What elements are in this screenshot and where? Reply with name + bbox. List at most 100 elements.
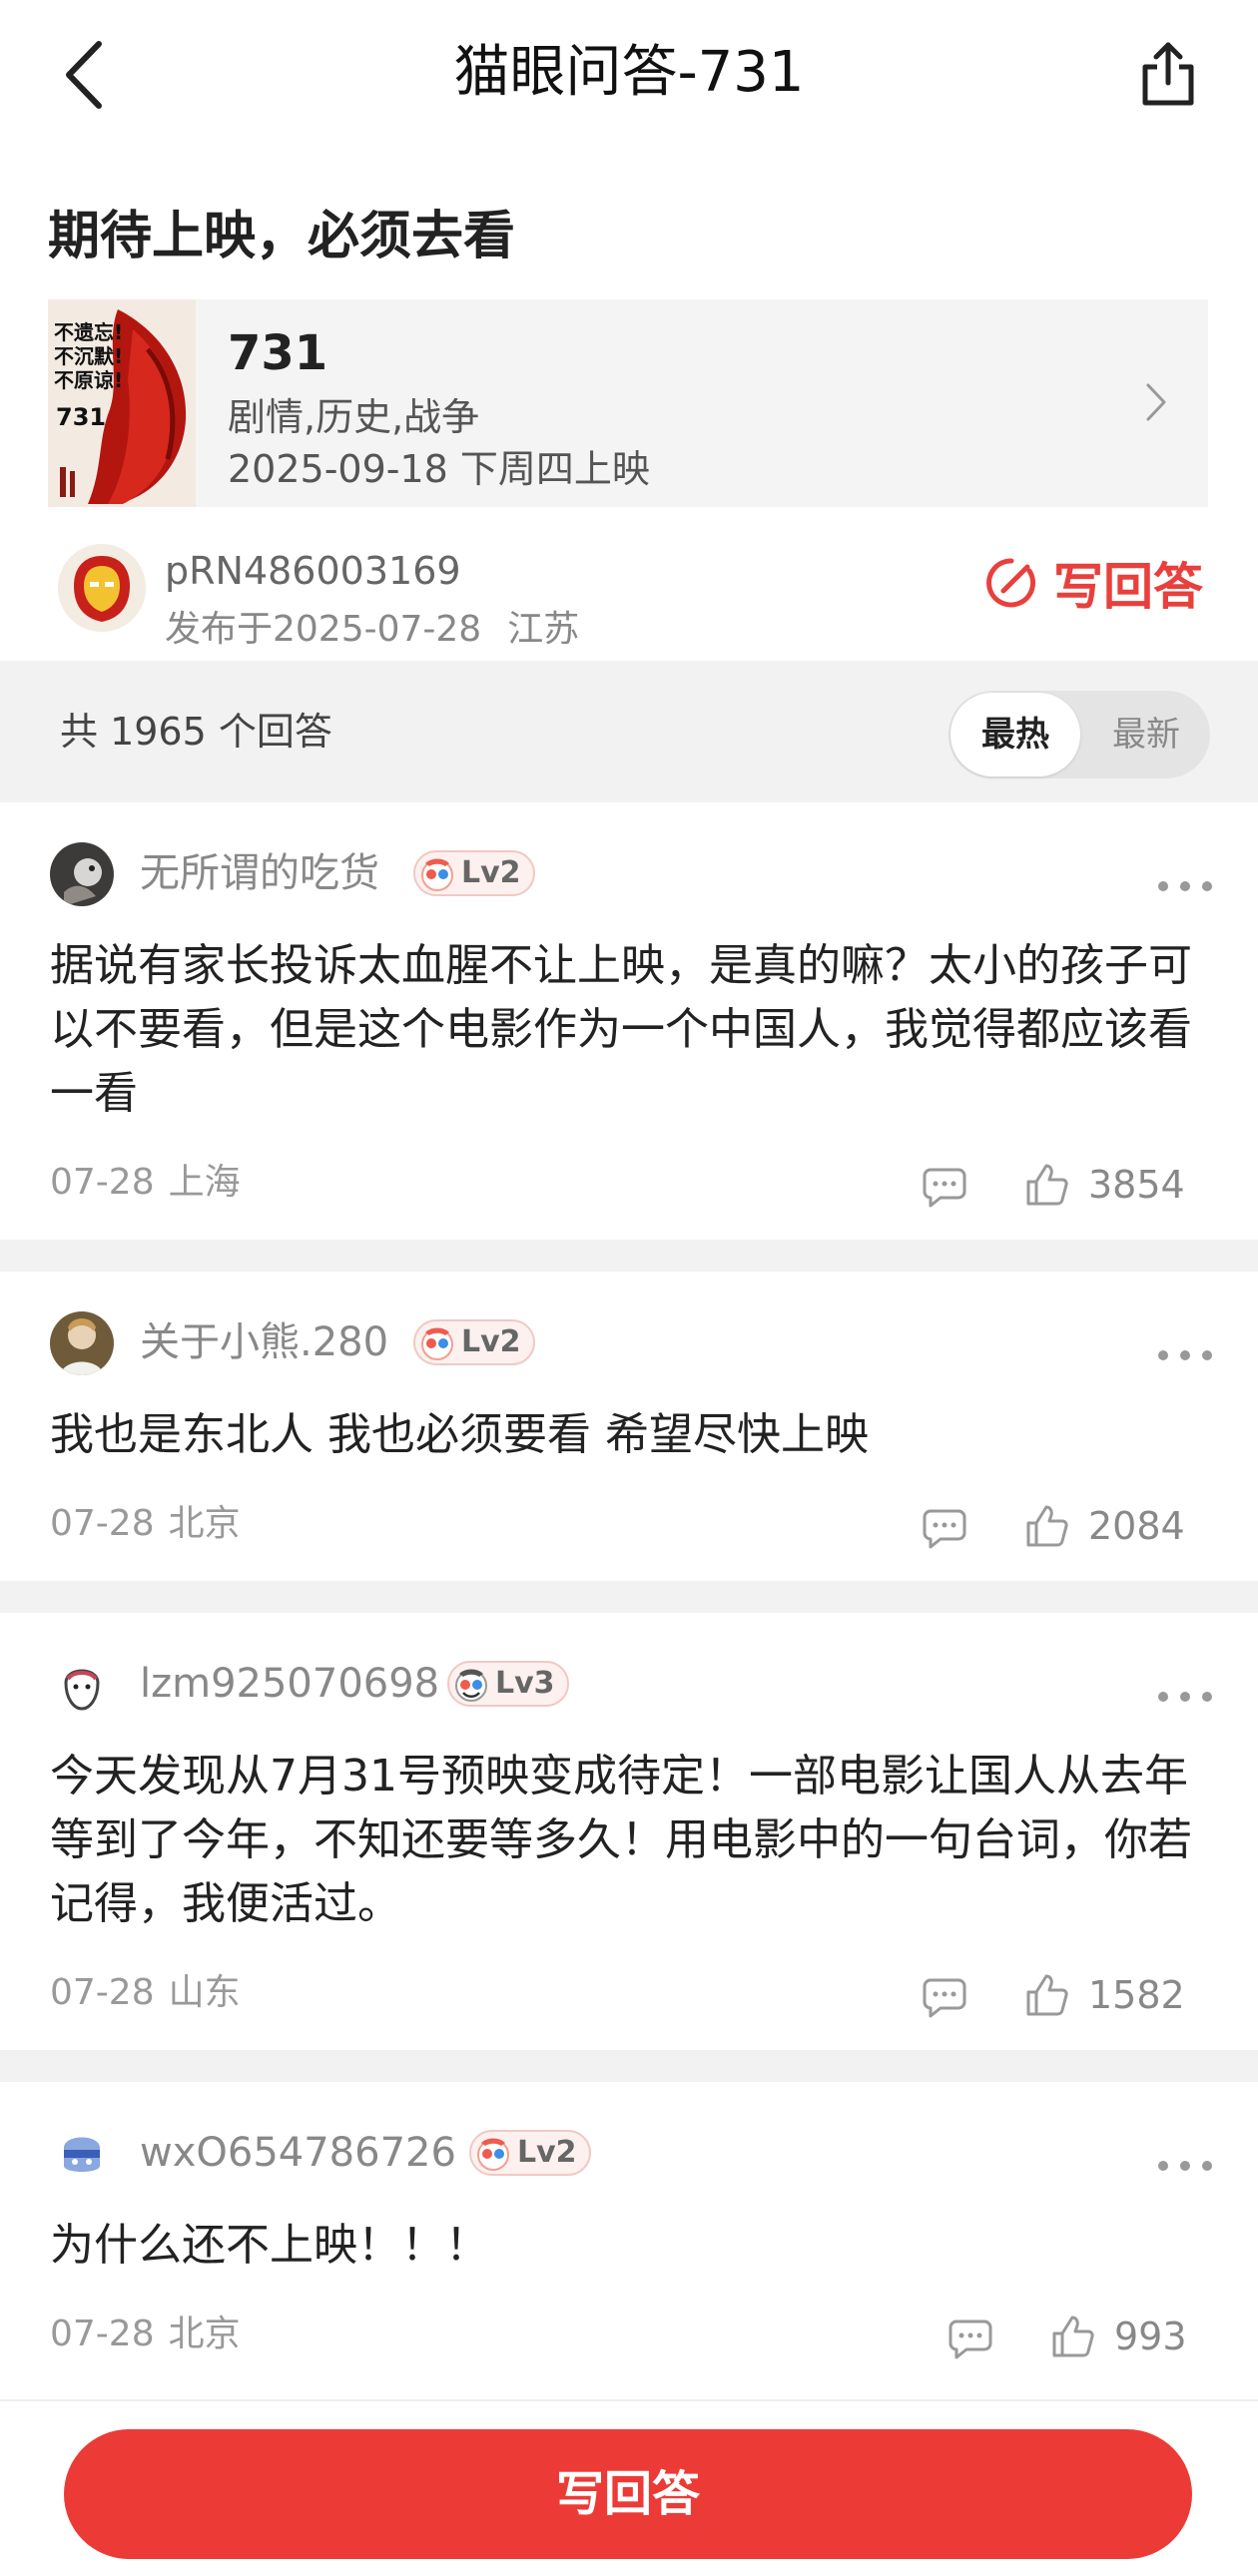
avatar[interactable] [50,1311,114,1375]
poster-line-2: 不沉默! [54,344,123,368]
chevron-right-icon [1146,383,1166,421]
sort-new-tab[interactable]: 最新 [1084,693,1208,776]
movie-poster: 不遗忘! 不沉默! 不原谅! 731 [48,299,196,507]
answer-text: 据说有家长投诉太血腥不让上映，是真的嘛？太小的孩子可以不要看，但是这个电影作为一… [50,940,1192,1119]
write-answer-label: 写回答 [1053,558,1203,616]
more-dot [1180,1692,1190,1702]
page-title: 猫眼问答-731 [453,40,805,105]
share-icon [1142,42,1194,106]
answer-author[interactable]: 关于小熊.280 [140,1317,388,1367]
avatar[interactable] [50,1653,114,1717]
more-button[interactable] [1158,2154,1212,2178]
avatar[interactable] [50,2122,114,2186]
more-dot [1158,2161,1168,2171]
poster-line-4: 731 [56,403,106,431]
movie-genre: 剧情,历史,战争 [228,395,480,439]
more-button[interactable] [1158,1685,1212,1709]
answer-date: 07-28 [50,1162,155,1203]
level-mascot-icon [421,858,453,891]
answer-item: wxO654786726 Lv2 为什么还不上映！！！ 07-28 北京 993 [0,2082,1258,2399]
bottom-bar: 写回答 [0,2399,1258,2576]
poster-line-3: 不原谅! [54,368,123,392]
level-mascot-icon [421,1327,453,1360]
level-badge: Lv3 [447,1661,569,1707]
answer-meta: 07-28 山东 [50,1970,241,2016]
like-count: 2084 [1088,1504,1185,1548]
more-dot [1158,881,1168,891]
divider [0,1240,1258,1272]
answer-author[interactable]: wxO654786726 [140,2128,456,2178]
thumbs-up-icon [1026,1164,1068,1206]
divider [0,2050,1258,2082]
share-button[interactable] [1128,30,1208,120]
answer-location: 北京 [168,2314,241,2354]
sort-hot-tab[interactable]: 最热 [950,693,1080,776]
more-dot [1202,881,1212,891]
comment-icon[interactable] [921,1503,968,1551]
comment-icon[interactable] [921,1162,968,1210]
thumbs-up-icon [1052,2316,1094,2357]
answer-author[interactable]: lzm925070698 [140,1659,439,1709]
level-label: Lv2 [517,2135,577,2170]
more-dot [1180,881,1190,891]
more-dot [1202,2161,1212,2171]
more-button[interactable] [1158,874,1212,898]
answers-count: 共 1965 个回答 [60,710,332,754]
avatar[interactable] [50,842,114,906]
answer-author[interactable]: 无所谓的吃货 [140,848,379,898]
comment-icon[interactable] [921,1972,968,2020]
level-badge: Lv2 [413,1319,535,1365]
thumbs-up-icon [1026,1974,1068,2016]
header: 猫眼问答-731 [0,0,1258,150]
answer-text: 为什么还不上映！！！ [50,2220,489,2271]
answer-location: 北京 [168,1503,241,1544]
level-mascot-icon [477,2138,509,2171]
answer-text: 我也是东北人 我也必须要看 希望尽快上映 [50,1409,869,1460]
answer-item: 无所谓的吃货 Lv2 据说有家长投诉太血腥不让上映，是真的嘛？太小的孩子可以不要… [0,802,1258,1240]
answer-date: 07-28 [50,1503,155,1544]
answer-date: 07-28 [50,2314,155,2354]
thumbs-up-icon [1026,1505,1068,1547]
answers-bar: 共 1965 个回答 最热 最新 [0,661,1258,802]
asker-meta: 发布于2025-07-28 江苏 [165,607,579,653]
movie-card[interactable]: 不遗忘! 不沉默! 不原谅! 731 731 剧情,历史,战争 2025-09-… [48,299,1208,507]
like-button[interactable]: 993 [1050,2312,1187,2361]
qa-page: 猫眼问答-731 期待上映，必须去看 不遗忘! 不沉默! 不原谅! 731 73… [0,0,1258,2576]
more-dot [1158,1350,1168,1360]
answer-location: 上海 [168,1162,241,1203]
like-count: 3854 [1088,1163,1185,1207]
like-button[interactable]: 3854 [1024,1160,1185,1210]
like-button[interactable]: 1582 [1024,1970,1185,2020]
answer-text: 今天发现从7月31号预映变成待定！一部电影让国人从去年等到了今年，不知还要等多久… [50,1751,1192,1929]
write-answer-button[interactable]: 写回答 [64,2429,1192,2559]
poster-line-1: 不遗忘! [54,320,123,344]
sort-toggle: 最热 最新 [948,691,1210,778]
level-mascot-icon [455,1669,487,1702]
answer-meta: 07-28 上海 [50,1160,241,1206]
asker-location: 江苏 [507,609,580,650]
more-dot [1202,1692,1212,1702]
movie-title: 731 [228,325,328,381]
publish-date: 发布于2025-07-28 [165,609,482,650]
like-button[interactable]: 2084 [1024,1501,1185,1551]
comment-icon[interactable] [946,2314,994,2361]
write-answer-link[interactable]: 写回答 [983,551,1203,616]
answer-meta: 07-28 北京 [50,2312,241,2357]
divider [0,1581,1258,1613]
more-dot [1158,1692,1168,1702]
movie-release-date: 2025-09-18 下周四上映 [228,447,650,491]
more-button[interactable] [1158,1343,1212,1367]
level-label: Lv2 [461,1324,521,1359]
answer-meta: 07-28 北京 [50,1501,241,1547]
like-count: 1582 [1088,1973,1185,2017]
level-badge: Lv2 [469,2130,591,2176]
level-label: Lv2 [461,855,521,890]
answer-item: 关于小熊.280 Lv2 我也是东北人 我也必须要看 希望尽快上映 07-28 北… [0,1272,1258,1581]
question-title: 期待上映，必须去看 [48,207,516,266]
avatar[interactable] [58,544,146,632]
pencil-circle-icon [986,558,1036,608]
like-count: 993 [1114,2315,1187,2358]
answer-item: lzm925070698 Lv3 今天发现从7月31号预映变成待定！一部电影让国… [0,1613,1258,2050]
asker-name[interactable]: pRN486003169 [165,547,461,595]
level-label: Lv3 [495,1666,555,1701]
